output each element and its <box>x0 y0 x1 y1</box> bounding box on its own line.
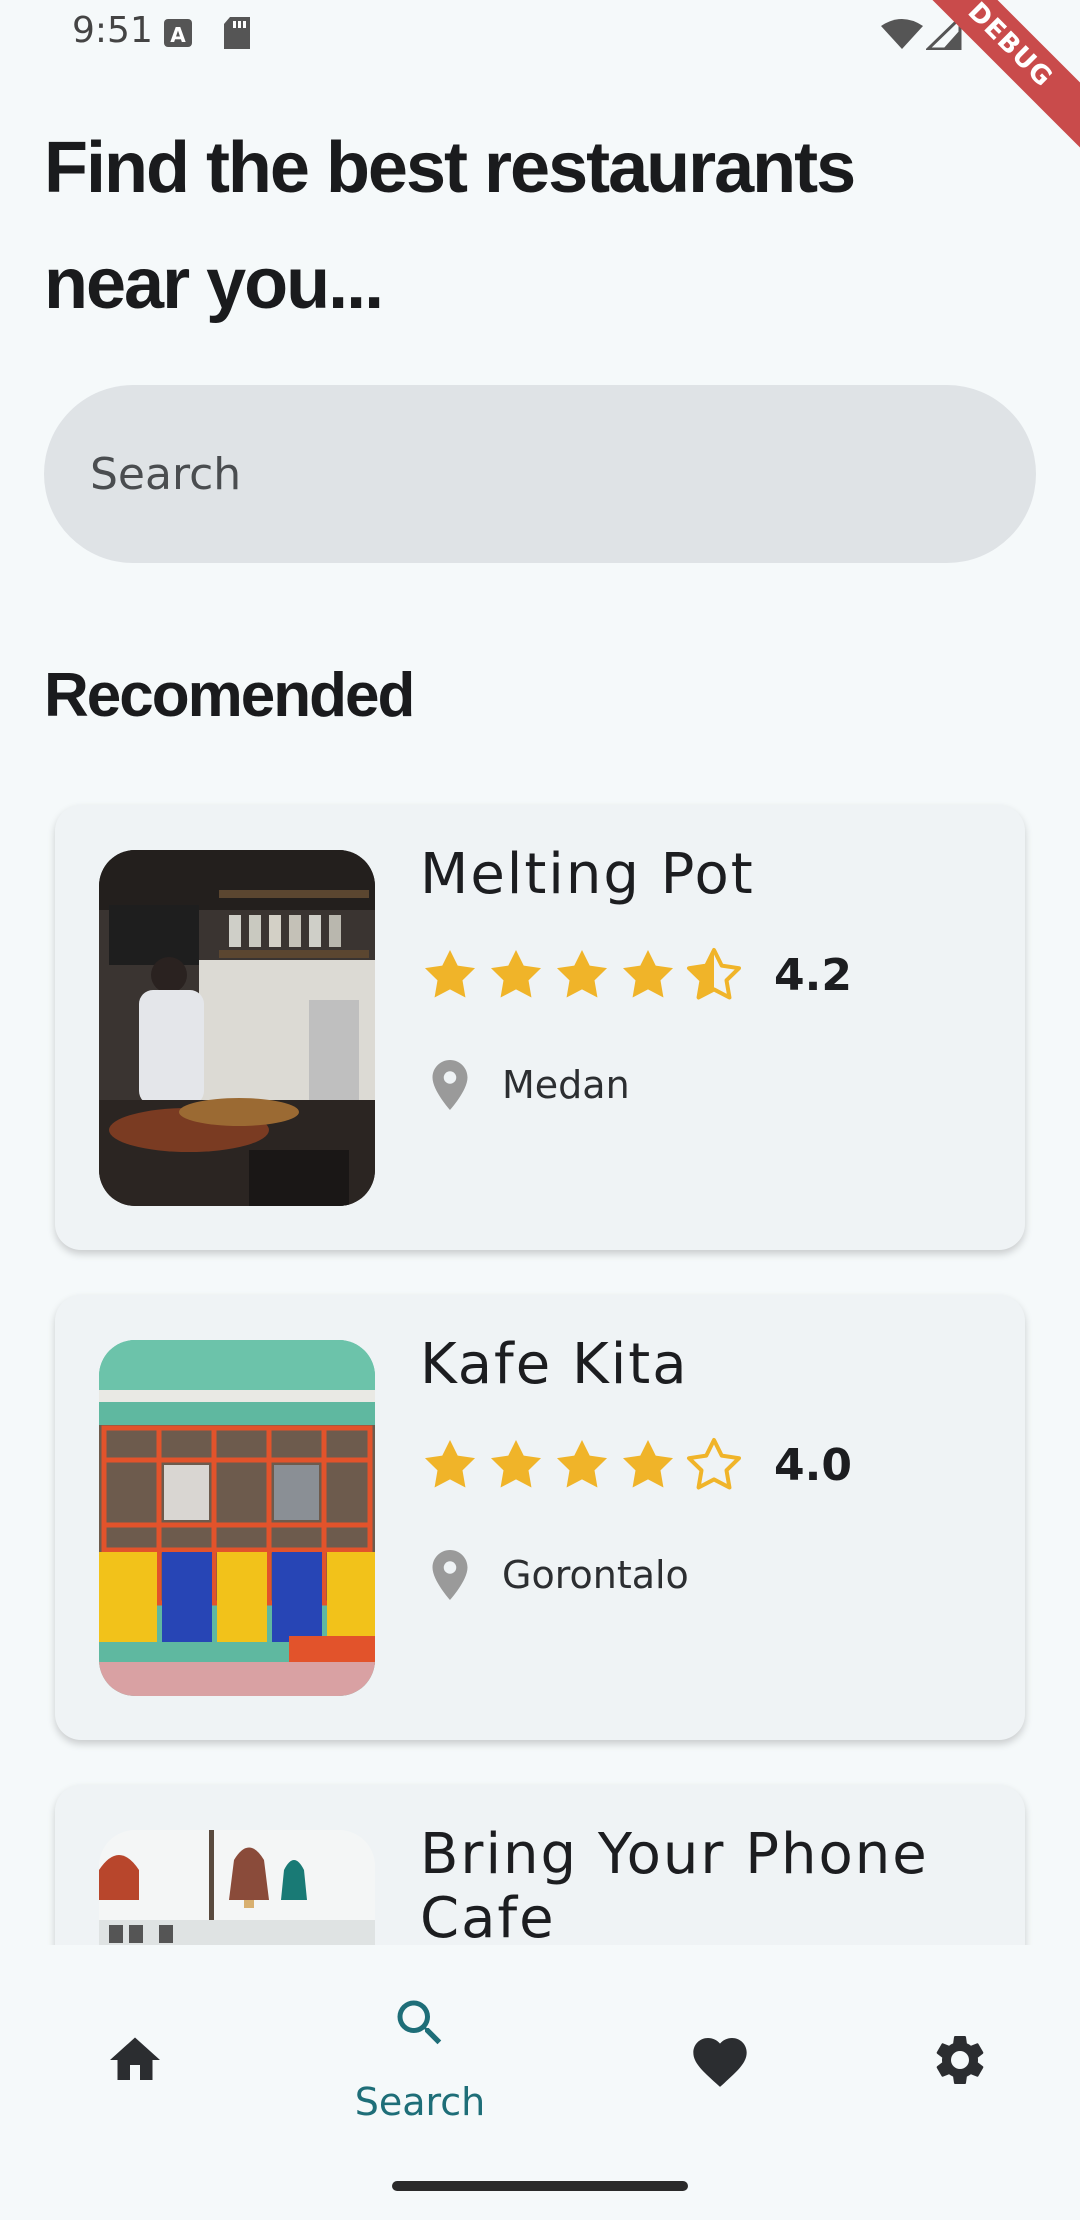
heart-icon <box>693 2038 747 2087</box>
star-half-icon <box>684 945 744 1005</box>
location-pin-icon <box>420 1055 480 1115</box>
gear-icon <box>936 2035 984 2084</box>
status-bar: 9:51 A DEBUG <box>0 0 1080 154</box>
star-empty-icon <box>684 1435 744 1495</box>
rating-stars: 4.0 <box>420 1435 852 1495</box>
nav-search[interactable]: Search <box>285 1945 555 2165</box>
restaurant-list[interactable]: Melting Pot 4.2 Medan Kafe Kita 4.0 Goro… <box>0 770 1080 1945</box>
restaurant-card[interactable]: Bring Your Phone Cafe <box>55 1785 1025 1945</box>
star-full-icon <box>486 1435 546 1495</box>
star-full-icon <box>618 945 678 1005</box>
location-row: Medan <box>420 1055 630 1115</box>
nav-favorites[interactable] <box>585 1945 855 2165</box>
location-pin-icon <box>420 1545 480 1605</box>
star-full-icon <box>420 1435 480 1495</box>
star-full-icon <box>552 1435 612 1495</box>
restaurant-card[interactable]: Melting Pot 4.2 Medan <box>55 805 1025 1250</box>
restaurant-card[interactable]: Kafe Kita 4.0 Gorontalo <box>55 1295 1025 1740</box>
keyboard-a-icon: A <box>163 18 193 48</box>
rating-value: 4.2 <box>774 949 852 1001</box>
nav-home[interactable] <box>0 1945 270 2165</box>
restaurant-photo <box>99 1340 375 1696</box>
restaurant-name: Melting Pot <box>420 842 755 907</box>
restaurant-city: Medan <box>502 1063 630 1107</box>
star-full-icon <box>486 945 546 1005</box>
star-full-icon <box>420 945 480 1005</box>
restaurant-name: Bring Your Phone Cafe <box>420 1822 929 1946</box>
sd-card-icon <box>222 16 252 50</box>
status-time: 9:51 <box>72 10 153 51</box>
restaurant-photo <box>99 1830 375 1945</box>
rating-value: 4.0 <box>774 1439 852 1491</box>
wifi-icon <box>880 18 924 50</box>
nav-search-label: Search <box>354 2080 486 2124</box>
location-row: Gorontalo <box>420 1545 689 1605</box>
nav-settings[interactable] <box>825 1945 1080 2165</box>
home-indicator[interactable] <box>392 2181 688 2191</box>
restaurant-photo <box>99 850 375 1206</box>
restaurant-city: Gorontalo <box>502 1553 689 1597</box>
star-full-icon <box>552 945 612 1005</box>
restaurant-name: Kafe Kita <box>420 1332 689 1397</box>
home-icon <box>110 2037 160 2080</box>
bottom-navigation: Search <box>0 1945 1080 2220</box>
page-title: Find the best restaurants near you... <box>44 128 856 324</box>
search-icon <box>397 2000 442 2045</box>
section-title-recommended: Recomended <box>44 661 415 730</box>
svg-text:A: A <box>170 23 186 47</box>
search-input[interactable] <box>44 385 1036 563</box>
rating-stars: 4.2 <box>420 945 852 1005</box>
star-full-icon <box>618 1435 678 1495</box>
